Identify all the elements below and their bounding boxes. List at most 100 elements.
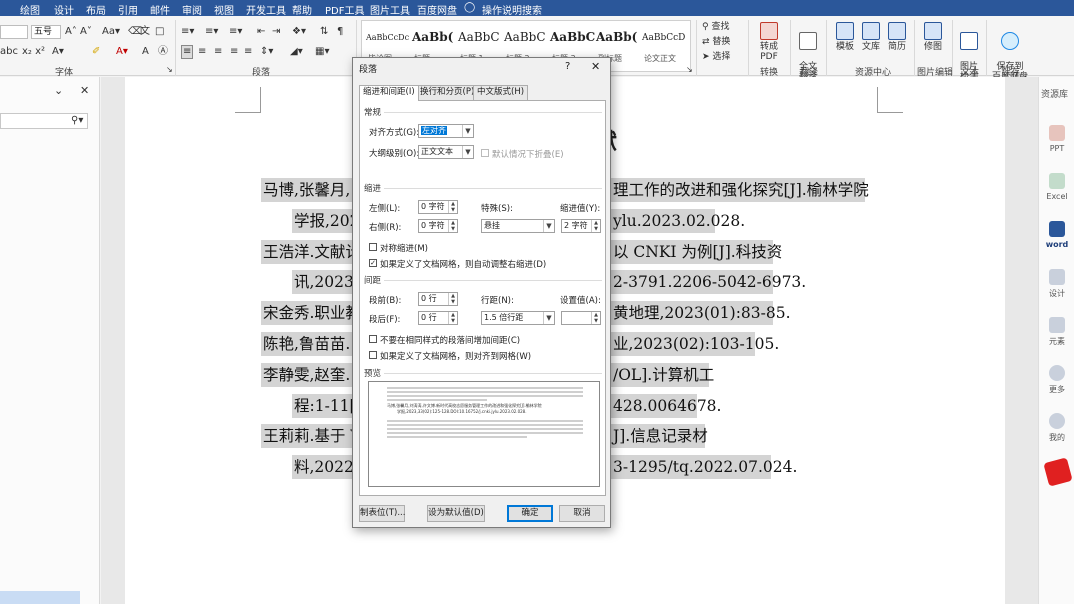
cancel-button[interactable]: 取消 (559, 505, 605, 522)
char-shading-icon[interactable]: A (142, 46, 149, 58)
no-space-checkbox[interactable] (369, 335, 377, 343)
spacing-before-input[interactable]: 0 行 ▲ ▼ (418, 292, 458, 306)
enclose-char-icon[interactable]: Ⓐ (158, 46, 168, 58)
increase-indent-icon[interactable]: ⇥ (272, 26, 280, 38)
tab-picture-tools[interactable]: 图片工具 (370, 2, 410, 17)
font-name-box[interactable] (0, 25, 28, 39)
nav-selected-item[interactable] (0, 591, 80, 604)
reference-line[interactable]: 以 CNKI 为例[J].科技资 (611, 240, 782, 264)
select-button[interactable]: ➤ 选择 (702, 51, 730, 63)
mirror-indent-checkbox[interactable] (369, 243, 377, 251)
tab-draw[interactable]: 绘图 (20, 2, 40, 17)
nav-search-input[interactable]: ⚲▾ (0, 113, 88, 129)
tell-me-search[interactable]: 操作说明搜索 (482, 2, 542, 17)
spinner-icon[interactable]: ▲ ▼ (448, 201, 457, 213)
tab-pdf-tools[interactable]: PDF工具 (325, 2, 364, 17)
spinner-icon[interactable]: ▲ ▼ (448, 312, 457, 324)
styles-dialog-launcher-icon[interactable]: ↘ (686, 64, 693, 76)
close-icon[interactable]: ✕ (80, 85, 89, 97)
tab-design[interactable]: 设计 (54, 2, 74, 17)
resource-ppt[interactable]: PPT (1039, 125, 1074, 153)
special-indent-select[interactable]: 悬挂 ▼ (481, 219, 555, 233)
decrease-indent-icon[interactable]: ⇤ (257, 26, 265, 38)
auto-adjust-checkbox[interactable]: ✓ (369, 259, 377, 267)
tab-baidu-netdisk[interactable]: 百度网盘 (417, 2, 457, 17)
spacing-after-input[interactable]: 0 行 ▲ ▼ (418, 311, 458, 325)
tab-developer[interactable]: 开发工具 (246, 2, 286, 17)
reference-line[interactable]: 黄地理,2023(01):83-85. (611, 301, 791, 325)
borders-icon[interactable]: ▦▾ (315, 46, 329, 58)
tab-indents-spacing[interactable]: 缩进和间距(I) (359, 85, 419, 101)
indent-right-input[interactable]: 0 字符 ▲ ▼ (418, 219, 458, 233)
reference-line[interactable]: 王浩洋.文献计 (261, 240, 361, 264)
alignment-select[interactable]: 左对齐 ▼ (418, 124, 474, 138)
close-button[interactable]: ✕ (591, 60, 600, 73)
reference-line[interactable]: 李静雯,赵奎. (261, 363, 352, 387)
strikethrough-icon[interactable]: abc (0, 46, 18, 58)
reference-line[interactable]: 3-1295/tq.2022.07.024. (611, 455, 797, 479)
set-default-button[interactable]: 设为默认值(D) (427, 505, 485, 522)
resource-excel[interactable]: Excel (1039, 173, 1074, 201)
highlight-icon[interactable]: ✐ (92, 46, 100, 58)
chevron-down-icon[interactable]: ⌄ (54, 85, 63, 97)
chinese-layout-icon[interactable]: ❖▾ (292, 26, 306, 38)
font-dialog-launcher-icon[interactable]: ↘ (166, 64, 173, 76)
reference-line[interactable]: 业,2023(02):103-105. (611, 332, 779, 356)
reference-line[interactable]: /OL].计算机工 (611, 363, 714, 387)
reference-line[interactable]: 2-3791.2206-5042-6973. (611, 270, 806, 294)
tabs-button[interactable]: 制表位(T)... (359, 505, 405, 522)
replace-button[interactable]: ⇄ 替换 (702, 36, 730, 48)
reference-line[interactable]: 理工作的改进和强化探究[J].榆林学院 (611, 178, 869, 202)
line-spacing-select[interactable]: 1.5 倍行距 ▼ (481, 311, 555, 325)
resume-button[interactable]: 简历 (884, 22, 910, 52)
reference-line[interactable]: 陈艳,鲁苗苗. (261, 332, 352, 356)
indent-by-input[interactable]: 2 字符 ▲ ▼ (561, 219, 601, 233)
align-left-icon[interactable]: ≡ (181, 45, 194, 59)
template-button[interactable]: 模板 (832, 22, 858, 52)
resource-elements[interactable]: 元素 (1039, 317, 1074, 347)
grow-font-icon[interactable]: A˄ A˅ (65, 26, 92, 38)
tab-references[interactable]: 引用 (118, 2, 138, 17)
search-icon[interactable]: ⚲▾ (71, 115, 83, 127)
tab-help[interactable]: 帮助 (292, 2, 312, 17)
style-item[interactable]: AaBbCcD 论文正文 (640, 23, 688, 67)
reference-line[interactable]: 学报,202 (292, 209, 360, 233)
image-repair-button[interactable]: 修图 (918, 22, 948, 52)
reference-line[interactable]: 宋金秀.职业教 (261, 301, 361, 325)
reference-line[interactable]: ylu.2023.02.028. (611, 209, 745, 233)
shading-icon[interactable]: ◢▾ (290, 46, 303, 58)
tab-mailings[interactable]: 邮件 (150, 2, 170, 17)
subscript-icon[interactable]: x₂ x² (22, 46, 45, 58)
justify-icon[interactable]: ≡ (230, 46, 238, 58)
resource-design[interactable]: 设计 (1039, 269, 1074, 299)
reference-line[interactable]: J].信息记录材 (611, 424, 708, 448)
reference-line[interactable]: 讯,2023,2 (292, 270, 369, 294)
tab-layout[interactable]: 布局 (86, 2, 106, 17)
find-button[interactable]: ⚲ 查找 (702, 21, 729, 33)
spinner-icon[interactable]: ▲ ▼ (448, 293, 457, 305)
align-right-icon[interactable]: ≡ (214, 46, 222, 58)
resource-word[interactable]: word (1039, 221, 1074, 249)
resource-more[interactable]: 更多 (1039, 365, 1074, 395)
multilevel-list-icon[interactable]: ≡▾ (229, 26, 242, 38)
font-color-icon[interactable]: A▾ (116, 46, 128, 58)
phonetic-icon[interactable]: 文 (140, 26, 150, 38)
line-spacing-icon[interactable]: ⇕▾ (260, 46, 273, 58)
text-effect-icon[interactable]: A▾ (52, 46, 64, 58)
library-button[interactable]: 文库 (858, 22, 884, 52)
change-case-icon[interactable]: Aa▾ (102, 26, 120, 38)
char-border-icon[interactable]: □ (155, 26, 164, 38)
tab-review[interactable]: 审阅 (182, 2, 202, 17)
reference-line[interactable]: 马博,张馨月, (261, 178, 352, 202)
reference-line[interactable]: 程:1-11[2 (292, 394, 365, 418)
help-button[interactable]: ? (565, 61, 570, 72)
sort-icon[interactable]: ⇅ (320, 26, 328, 38)
collapsed-checkbox[interactable] (481, 149, 489, 157)
snap-grid-checkbox[interactable] (369, 351, 377, 359)
reference-line[interactable]: 王莉莉.基于 V (261, 424, 362, 448)
indent-left-input[interactable]: 0 字符 ▲ ▼ (418, 200, 458, 214)
tab-view[interactable]: 视图 (214, 2, 234, 17)
reference-line[interactable]: 料,2022,2 (292, 455, 369, 479)
distributed-icon[interactable]: ≡ (244, 46, 252, 58)
spinner-icon[interactable]: ▲ ▼ (591, 220, 600, 232)
